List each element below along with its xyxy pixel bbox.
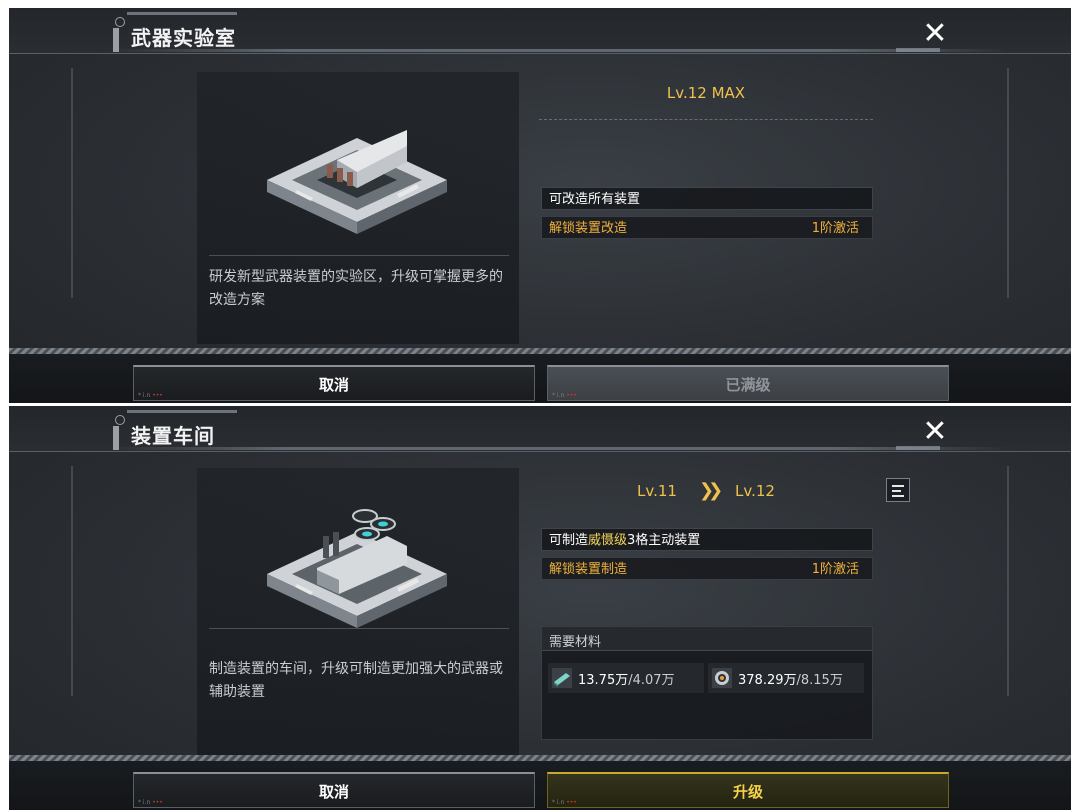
close-icon[interactable]: ✕: [917, 414, 953, 450]
panel-title: 武器实验室: [131, 26, 236, 50]
button-tag-decoration: * i.n •••: [552, 799, 577, 806]
button-tag-decoration: * i.n •••: [552, 392, 577, 399]
level-transition: Lv.11 ❯❯ Lv.12: [539, 480, 873, 510]
feature-text: 解锁装置改造: [549, 221, 628, 236]
building-card: 研发新型武器装置的实验区，升级可掌握更多的改造方案: [197, 72, 519, 344]
building-description: 研发新型武器装置的实验区，升级可掌握更多的改造方案: [209, 269, 503, 308]
feature-prefix: 可制造: [549, 533, 589, 548]
crosshair-decoration: [115, 17, 125, 27]
frame-right-line: [1007, 68, 1009, 298]
panel-footer: 取消 * i.n ••• 升级 * i.n •••: [9, 755, 1071, 810]
weapon-lab-panel: 武器实验室 ✕ 研发新型武器装置的实验区，升级可掌握更多的改造方案 Lv.12 …: [9, 8, 1071, 403]
frame-right-line: [1007, 466, 1009, 696]
lab-building-icon: [267, 130, 447, 234]
material-amount: 378.29万/8.15万: [738, 673, 843, 688]
title-decoration: [127, 12, 237, 15]
card-separator: [209, 628, 509, 629]
panel-header: 装置车间 ✕: [9, 406, 1071, 452]
title-decoration: [127, 410, 237, 413]
gear-part-icon: [712, 668, 732, 688]
material-item[interactable]: 13.75万/4.07万: [548, 663, 704, 693]
material-item[interactable]: 378.29万/8.15万: [708, 663, 864, 693]
level-from: Lv.11: [637, 482, 677, 500]
button-tag-decoration: * i.n •••: [138, 799, 163, 806]
cancel-button-label: 取消: [318, 376, 349, 394]
hazard-stripe: [9, 348, 1071, 354]
feature-value: 1阶激活: [811, 562, 859, 577]
level-label: Lv.12 MAX: [666, 84, 746, 102]
panel-title: 装置车间: [131, 424, 215, 448]
cancel-button[interactable]: 取消 * i.n •••: [133, 365, 535, 401]
frame-left-line: [71, 466, 73, 696]
feature-suffix: 3格主动装置: [627, 533, 701, 548]
max-level-button-label: 已满级: [725, 376, 771, 394]
materials-box: 需要材料 13.75万/4.07万 378.29万/8.15万: [541, 626, 873, 740]
button-tag-decoration: * i.n •••: [138, 392, 163, 399]
feature-row: 解锁装置制造 1阶激活: [541, 557, 873, 580]
material-amount: 13.75万/4.07万: [578, 673, 675, 688]
upgrade-button-label: 升级: [732, 783, 763, 801]
materials-title: 需要材料: [549, 635, 602, 650]
cancel-button-label: 取消: [318, 783, 349, 801]
cancel-button[interactable]: 取消 * i.n •••: [133, 772, 535, 808]
info-list-icon[interactable]: [886, 478, 910, 502]
building-description: 制造装置的车间，升级可制造更加强大的武器或辅助装置: [209, 661, 503, 700]
device-workshop-panel: 装置车间 ✕ 制造装置的车间，升级可制造更加强大的武器或辅助装置 Lv.11 ❯…: [9, 406, 1071, 810]
panel-header: 武器实验室 ✕: [9, 8, 1071, 54]
workshop-building-icon: [267, 509, 447, 628]
frame-left-line: [71, 68, 73, 298]
feature-row: 解锁装置改造 1阶激活: [541, 216, 873, 239]
feature-value: 1阶激活: [811, 221, 859, 236]
double-chevron-right-icon: ❯❯: [699, 480, 723, 501]
feature-text: 解锁装置制造: [549, 562, 628, 577]
feature-row: 可制造威慑级3格主动装置: [541, 528, 873, 551]
upgrade-button[interactable]: 升级 * i.n •••: [547, 772, 949, 808]
panel-footer: 取消 * i.n ••• 已满级 * i.n •••: [9, 348, 1071, 403]
max-level-button[interactable]: 已满级 * i.n •••: [547, 365, 949, 401]
level-to: Lv.12: [735, 482, 775, 500]
header-glow: [109, 49, 1009, 52]
crosshair-decoration: [115, 415, 125, 425]
building-card: 制造装置的车间，升级可制造更加强大的武器或辅助装置: [197, 468, 519, 756]
hazard-stripe: [9, 755, 1071, 761]
close-icon[interactable]: ✕: [917, 16, 953, 52]
feature-highlight: 威慑级: [588, 533, 628, 548]
card-separator: [209, 255, 509, 256]
alloy-plate-icon: [552, 668, 572, 688]
header-glow: [109, 447, 1009, 450]
level-separator: [539, 119, 873, 120]
feature-text: 可改造所有装置: [549, 192, 641, 207]
feature-row: 可改造所有装置: [541, 187, 873, 210]
